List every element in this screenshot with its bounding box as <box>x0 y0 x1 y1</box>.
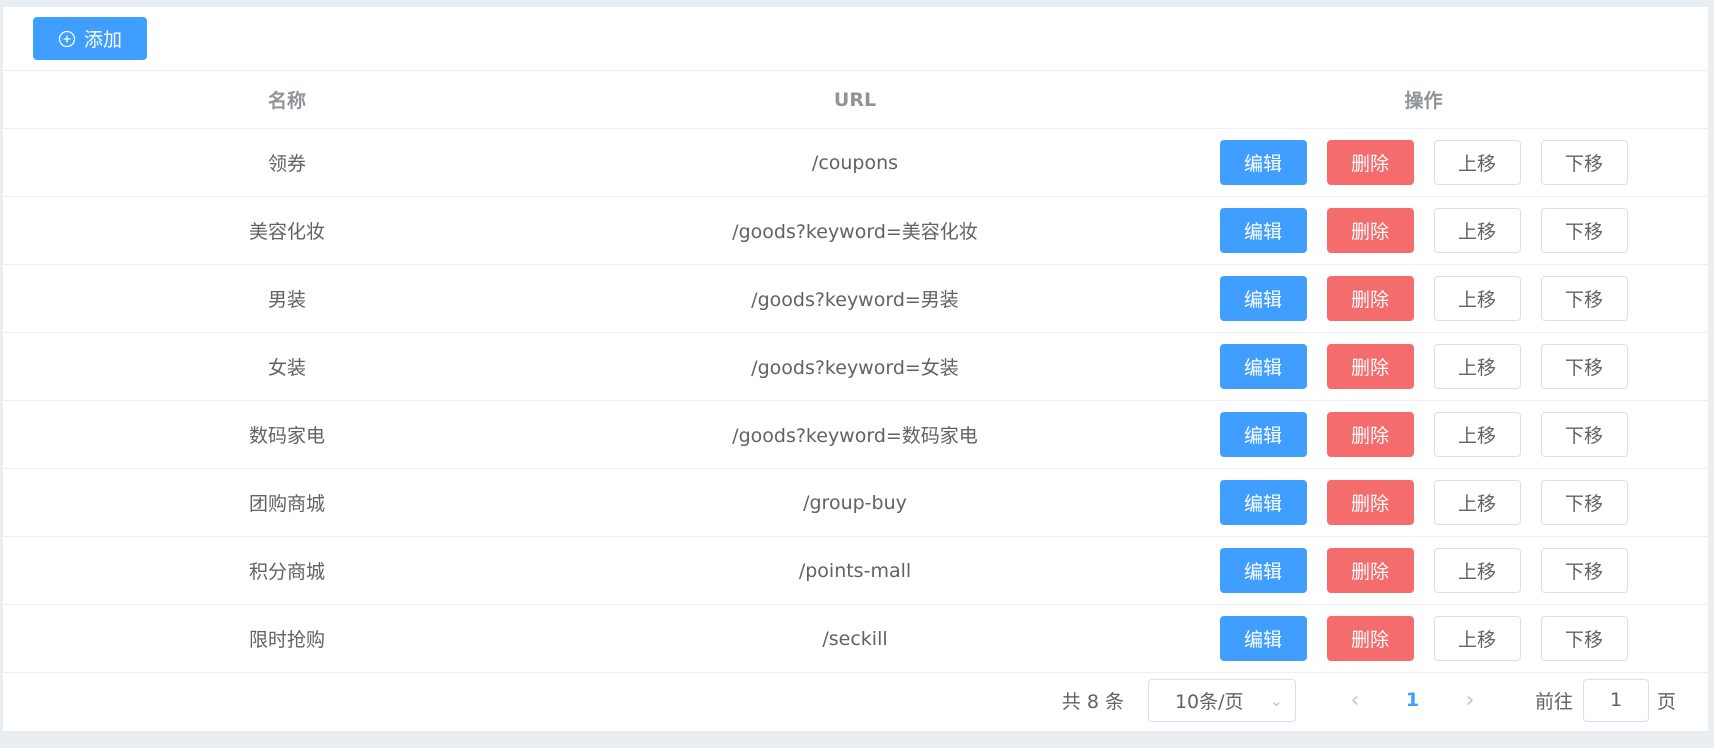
edit-button[interactable]: 编辑 <box>1219 412 1307 457</box>
edit-button[interactable]: 编辑 <box>1219 480 1307 525</box>
delete-button[interactable]: 删除 <box>1326 548 1414 593</box>
table-row: 积分商城/points-mall 编辑 删除 上移 下移 <box>3 537 1708 605</box>
move-down-button[interactable]: 下移 <box>1540 344 1628 389</box>
row-actions: 编辑 删除 上移 下移 <box>1139 197 1708 265</box>
row-name: 美容化妆 <box>248 221 325 243</box>
table-row: 数码家电/goods?keyword=数码家电 编辑 删除 上移 下移 <box>3 401 1708 469</box>
table-row: 女装/goods?keyword=女装 编辑 删除 上移 下移 <box>3 333 1708 401</box>
row-url: /coupons <box>811 151 899 174</box>
row-actions: 编辑 删除 上移 下移 <box>1139 401 1708 469</box>
edit-button[interactable]: 编辑 <box>1219 208 1307 253</box>
move-up-button[interactable]: 上移 <box>1433 616 1521 661</box>
row-name: 团购商城 <box>248 493 325 515</box>
move-down-button[interactable]: 下移 <box>1540 276 1628 321</box>
pagination: 共 8 条 10条/页 ⌄ ‹ 1 › 前往 页 <box>3 669 1708 731</box>
page-suffix: 页 <box>1656 690 1676 713</box>
row-name: 男装 <box>267 289 306 311</box>
edit-button[interactable]: 编辑 <box>1219 548 1307 593</box>
row-url: /seckill <box>822 627 888 650</box>
move-up-button[interactable]: 上移 <box>1433 480 1521 525</box>
move-down-button[interactable]: 下移 <box>1540 140 1628 185</box>
edit-button[interactable]: 编辑 <box>1219 616 1307 661</box>
table-row: 限时抢购/seckill 编辑 删除 上移 下移 <box>3 605 1708 673</box>
row-actions: 编辑 删除 上移 下移 <box>1139 129 1708 197</box>
row-name: 积分商城 <box>248 561 325 583</box>
add-button-label: 添加 <box>83 30 122 51</box>
page-size-value: 10条/页 <box>1174 690 1244 713</box>
table-row: 男装/goods?keyword=男装 编辑 删除 上移 下移 <box>3 265 1708 333</box>
move-up-button[interactable]: 上移 <box>1433 208 1521 253</box>
delete-button[interactable]: 删除 <box>1326 276 1414 321</box>
row-url: /goods?keyword=数码家电 <box>732 425 978 447</box>
prev-page-button[interactable]: ‹ <box>1330 688 1380 713</box>
goto-page-input[interactable] <box>1582 678 1649 722</box>
move-down-button[interactable]: 下移 <box>1540 208 1628 253</box>
table-row: 领券/coupons 编辑 删除 上移 下移 <box>3 129 1708 197</box>
row-name: 女装 <box>267 357 306 379</box>
delete-button[interactable]: 删除 <box>1326 208 1414 253</box>
table-row: 美容化妆/goods?keyword=美容化妆 编辑 删除 上移 下移 <box>3 197 1708 265</box>
toolbar: 添加 <box>3 7 1708 70</box>
move-down-button[interactable]: 下移 <box>1540 616 1628 661</box>
nav-table: 名称 URL 操作 领券/coupons 编辑 删除 上移 下移 美容化妆/goods?k… <box>3 70 1708 673</box>
row-actions: 编辑 删除 上移 下移 <box>1139 333 1708 401</box>
page-number-current[interactable]: 1 <box>1380 689 1445 711</box>
header-url: URL <box>571 70 1139 129</box>
row-url: /goods?keyword=女装 <box>751 357 959 379</box>
chevron-down-icon: ⌄ <box>1269 690 1283 710</box>
page-size-select[interactable]: 10条/页 ⌄ <box>1147 678 1296 722</box>
next-page-button[interactable]: › <box>1445 688 1495 713</box>
chevron-right-icon: › <box>1465 687 1475 713</box>
move-down-button[interactable]: 下移 <box>1540 548 1628 593</box>
edit-button[interactable]: 编辑 <box>1219 344 1307 389</box>
list-panel: 添加 名称 URL 操作 领券/coupons 编辑 删除 上移 下移 美容化妆/good… <box>3 7 1708 731</box>
row-actions: 编辑 删除 上移 下移 <box>1139 537 1708 605</box>
table-header-row: 名称 URL 操作 <box>3 70 1708 129</box>
move-up-button[interactable]: 上移 <box>1433 344 1521 389</box>
row-name: 领券 <box>267 153 306 175</box>
plus-circle-icon <box>58 30 76 48</box>
row-actions: 编辑 删除 上移 下移 <box>1139 469 1708 537</box>
row-actions: 编辑 删除 上移 下移 <box>1139 605 1708 673</box>
delete-button[interactable]: 删除 <box>1326 140 1414 185</box>
header-name: 名称 <box>3 70 571 129</box>
move-down-button[interactable]: 下移 <box>1540 412 1628 457</box>
move-up-button[interactable]: 上移 <box>1433 140 1521 185</box>
edit-button[interactable]: 编辑 <box>1219 140 1307 185</box>
pagination-total: 共 8 条 <box>1061 690 1124 713</box>
move-up-button[interactable]: 上移 <box>1433 412 1521 457</box>
row-name: 限时抢购 <box>248 629 325 651</box>
row-name: 数码家电 <box>248 425 325 447</box>
delete-button[interactable]: 删除 <box>1326 480 1414 525</box>
delete-button[interactable]: 删除 <box>1326 616 1414 661</box>
chevron-left-icon: ‹ <box>1350 687 1360 713</box>
row-url: /goods?keyword=男装 <box>751 289 959 311</box>
table-row: 团购商城/group-buy 编辑 删除 上移 下移 <box>3 469 1708 537</box>
move-down-button[interactable]: 下移 <box>1540 480 1628 525</box>
row-url: /points-mall <box>798 559 912 582</box>
edit-button[interactable]: 编辑 <box>1219 276 1307 321</box>
add-button[interactable]: 添加 <box>33 17 147 60</box>
move-up-button[interactable]: 上移 <box>1433 548 1521 593</box>
delete-button[interactable]: 删除 <box>1326 344 1414 389</box>
goto-label: 前往 <box>1534 690 1573 713</box>
move-up-button[interactable]: 上移 <box>1433 276 1521 321</box>
row-actions: 编辑 删除 上移 下移 <box>1139 265 1708 333</box>
row-url: /group-buy <box>803 491 907 514</box>
header-actions: 操作 <box>1139 70 1708 129</box>
row-url: /goods?keyword=美容化妆 <box>732 221 978 243</box>
delete-button[interactable]: 删除 <box>1326 412 1414 457</box>
